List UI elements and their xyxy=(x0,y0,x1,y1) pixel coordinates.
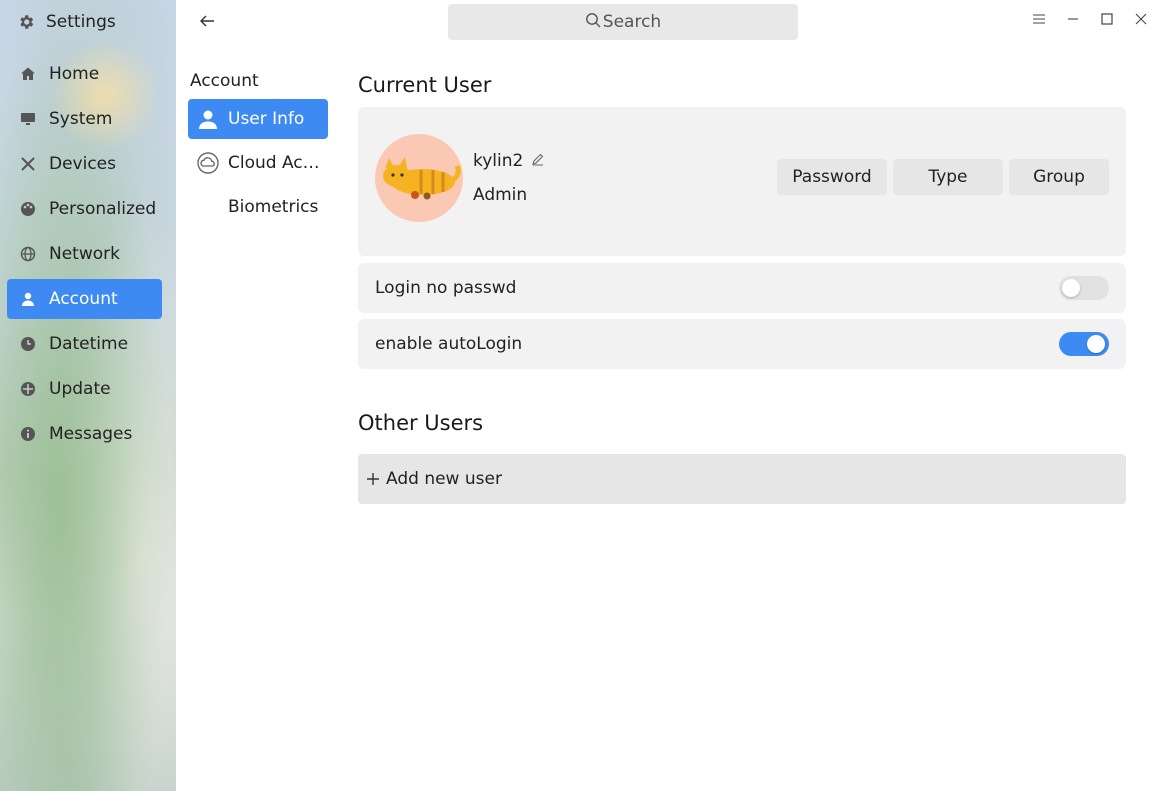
search-placeholder: Search xyxy=(602,12,662,32)
subnav-item-label: Cloud Account xyxy=(228,153,328,173)
monitor-icon xyxy=(19,110,37,128)
sidebar-item-personalized[interactable]: Personalized xyxy=(7,189,162,229)
sidebar-item-label: Update xyxy=(49,379,111,399)
back-arrow-icon xyxy=(200,15,214,27)
login-no-passwd-toggle[interactable] xyxy=(1059,276,1109,300)
tools-icon xyxy=(19,155,37,173)
sidebar-nav: Home System Devices Personalized Network… xyxy=(7,54,162,459)
password-button[interactable]: Password xyxy=(777,159,887,195)
info-icon xyxy=(19,425,37,443)
toggle-knob xyxy=(1062,279,1080,297)
close-button[interactable] xyxy=(1130,8,1152,30)
toggle-knob xyxy=(1087,335,1105,353)
sidebar: Settings Home System Devices Personalize… xyxy=(0,0,176,791)
subnav-item-cloud-account[interactable]: Cloud Account xyxy=(188,143,328,183)
maximize-icon xyxy=(1101,13,1113,25)
user-actions: Password Type Group xyxy=(777,159,1109,195)
avatar[interactable] xyxy=(375,134,463,222)
auto-login-toggle[interactable] xyxy=(1059,332,1109,356)
subnav-item-user-info[interactable]: User Info xyxy=(188,99,328,139)
sidebar-item-label: Datetime xyxy=(49,334,129,354)
sidebar-item-network[interactable]: Network xyxy=(7,234,162,274)
auto-login-row: enable autoLogin xyxy=(358,319,1126,369)
home-icon xyxy=(19,65,37,83)
pencil-icon xyxy=(532,153,544,166)
biometrics-placeholder-icon xyxy=(196,195,220,219)
globe-icon xyxy=(19,245,37,263)
back-button[interactable] xyxy=(196,10,218,32)
edit-name-button[interactable] xyxy=(531,151,545,171)
update-icon xyxy=(19,380,37,398)
settings-gear-icon xyxy=(16,12,36,32)
login-no-passwd-row: Login no passwd xyxy=(358,263,1126,313)
group-button[interactable]: Group xyxy=(1009,159,1109,195)
auto-login-label: enable autoLogin xyxy=(375,334,523,354)
subnav-title: Account xyxy=(190,71,259,91)
clock-icon xyxy=(19,335,37,353)
app-title: Settings xyxy=(46,12,116,32)
plus-icon xyxy=(367,473,379,485)
sidebar-item-account[interactable]: Account xyxy=(7,279,162,319)
sidebar-item-update[interactable]: Update xyxy=(7,369,162,409)
subnav-item-label: User Info xyxy=(228,109,305,129)
sidebar-item-label: Home xyxy=(49,64,100,84)
menu-button[interactable] xyxy=(1028,8,1050,30)
sidebar-item-label: Personalized xyxy=(49,199,157,219)
other-users-heading: Other Users xyxy=(358,411,484,435)
close-icon xyxy=(1135,13,1147,25)
sidebar-item-label: Account xyxy=(49,289,118,309)
cat-avatar-icon xyxy=(383,157,461,200)
add-new-user-button[interactable]: Add new user xyxy=(358,454,1126,504)
user-name-text: kylin2 xyxy=(473,151,524,171)
sidebar-item-home[interactable]: Home xyxy=(7,54,162,94)
subnav-item-label: Biometrics xyxy=(228,197,319,217)
user-name: kylin2 xyxy=(473,151,545,171)
sidebar-item-label: System xyxy=(49,109,113,129)
sidebar-item-label: Devices xyxy=(49,154,116,174)
user-role: Admin xyxy=(473,185,528,205)
add-new-user-label: Add new user xyxy=(386,469,502,489)
search-input[interactable]: Search xyxy=(448,4,798,40)
menu-icon xyxy=(1033,14,1045,24)
palette-icon xyxy=(19,200,37,218)
sidebar-item-devices[interactable]: Devices xyxy=(7,144,162,184)
sidebar-item-system[interactable]: System xyxy=(7,99,162,139)
sidebar-item-datetime[interactable]: Datetime xyxy=(7,324,162,364)
sidebar-item-label: Network xyxy=(49,244,120,264)
minimize-icon xyxy=(1068,18,1078,20)
search-icon xyxy=(585,12,601,33)
person-icon xyxy=(19,290,37,308)
account-subnav: Account User Info Cloud Account Biometri… xyxy=(188,70,328,231)
login-no-passwd-label: Login no passwd xyxy=(375,278,517,298)
person-icon xyxy=(196,107,220,131)
current-user-heading: Current User xyxy=(358,73,492,97)
type-button[interactable]: Type xyxy=(893,159,1003,195)
minimize-button[interactable] xyxy=(1062,8,1084,30)
sidebar-item-messages[interactable]: Messages xyxy=(7,414,162,454)
maximize-button[interactable] xyxy=(1096,8,1118,30)
current-user-card: kylin2 Admin Password Type Group xyxy=(358,107,1126,256)
sidebar-item-label: Messages xyxy=(49,424,133,444)
subnav-item-biometrics[interactable]: Biometrics xyxy=(188,187,328,227)
app-title-bar: Settings xyxy=(16,10,116,34)
window-controls xyxy=(1028,8,1152,30)
cloud-icon xyxy=(196,151,220,175)
